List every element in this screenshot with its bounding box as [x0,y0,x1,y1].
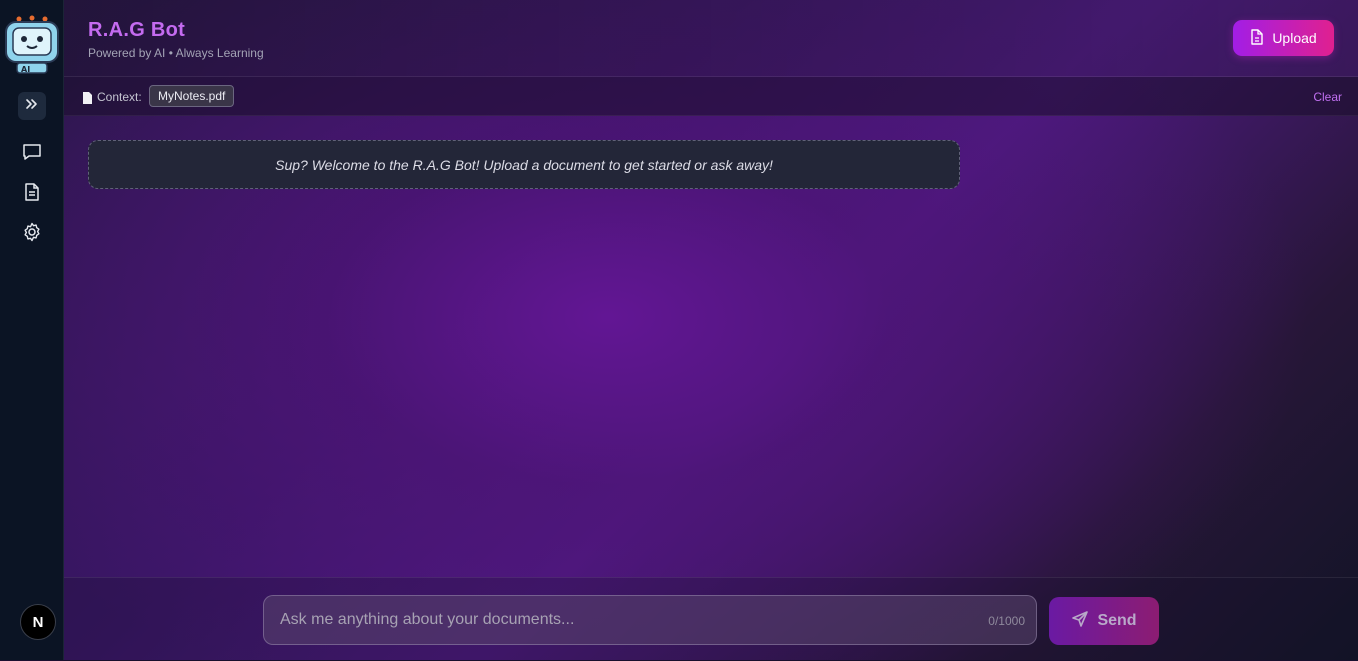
documents-nav-button[interactable] [18,180,46,208]
chevrons-right-icon [25,97,39,116]
app-subtitle: Powered by AI • Always Learning [88,46,264,60]
send-icon [1071,610,1089,633]
composer: Ask me anything about your documents... … [64,577,1358,661]
document-icon [22,182,42,207]
char-counter: 0/1000 [988,614,1025,628]
file-icon [1250,28,1264,48]
app-header: R.A.G Bot Powered by AI • Always Learnin… [64,0,1358,77]
app-title: R.A.G Bot [88,19,186,41]
document-icon [82,91,92,109]
context-label: Context: [97,90,142,104]
send-button-label: Send [1097,612,1137,629]
welcome-message: Sup? Welcome to the R.A.G Bot! Upload a … [88,140,960,189]
gear-icon [22,222,42,247]
chat-input[interactable]: Ask me anything about your documents... … [263,595,1037,645]
settings-nav-button[interactable] [18,220,46,248]
clear-context-button[interactable]: Clear [1313,90,1342,104]
logo-ai-badge: AI [21,65,30,74]
context-bar: Context: MyNotes.pdf Clear [64,77,1358,116]
user-avatar[interactable]: N [20,604,56,640]
send-button[interactable]: Send [1049,597,1159,645]
chat-icon [22,142,42,167]
chat-nav-button[interactable] [18,140,46,168]
main-area: R.A.G Bot Powered by AI • Always Learnin… [64,0,1358,661]
expand-sidebar-button[interactable] [18,92,46,120]
chat-input-placeholder: Ask me anything about your documents... [280,611,575,628]
upload-button-label: Upload [1272,30,1317,46]
avatar-initial: N [32,613,44,631]
robot-logo: AI [3,14,61,74]
upload-button[interactable]: Upload [1233,20,1334,56]
context-file-chip[interactable]: MyNotes.pdf [149,85,235,107]
sidebar: AI N [0,0,64,660]
